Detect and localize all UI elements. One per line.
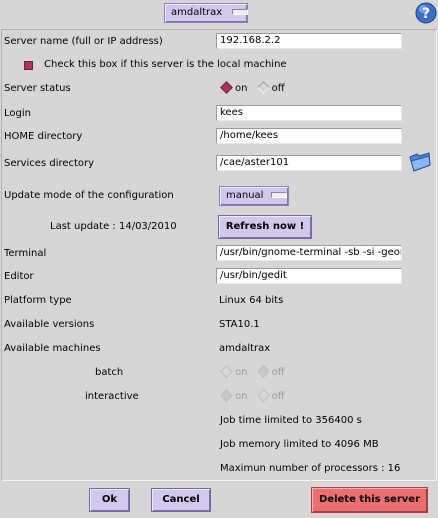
interactive-off-radio [256, 388, 270, 402]
login-label: Login [4, 108, 31, 119]
status-on-label: on [235, 83, 248, 94]
platform-type-label: Platform type [4, 295, 72, 306]
update-mode-value: manual [226, 190, 264, 201]
editor-input[interactable]: /usr/bin/gedit [216, 268, 402, 284]
max-processors: Maximun number of processors : 16 [220, 463, 401, 474]
dropdown-indicator-icon [232, 9, 249, 15]
local-machine-checkbox[interactable] [24, 61, 33, 70]
available-versions-value: STA10.1 [219, 319, 260, 330]
server-name-input[interactable]: 192.168.2.2 [216, 33, 402, 49]
platform-type-value: Linux 64 bits [219, 295, 284, 306]
cancel-button[interactable]: Cancel [151, 488, 211, 512]
available-machines-label: Available machines [4, 343, 101, 354]
refresh-now-button[interactable]: Refresh now ! [218, 215, 312, 239]
batch-on-label: on [235, 367, 248, 378]
terminal-input[interactable]: /usr/bin/gnome-terminal -sb -si -geomet [216, 245, 402, 261]
status-off-radio[interactable] [256, 80, 270, 94]
services-directory-label: Services directory [4, 158, 95, 169]
job-time-limit: Job time limited to 356400 s [220, 415, 362, 426]
editor-label: Editor [4, 271, 34, 282]
batch-label: batch [95, 367, 124, 378]
interactive-on-radio [220, 388, 233, 402]
status-off-label: off [271, 83, 285, 94]
job-memory-limit: Job memory limited to 4096 MB [220, 439, 379, 450]
login-input[interactable]: kees [216, 105, 402, 121]
update-mode-dropdown[interactable]: manual [219, 186, 289, 206]
local-machine-label: Check this box if this server is the loc… [44, 59, 287, 70]
available-machines-value: amdaltrax [219, 343, 271, 354]
server-selector-value: amdaltrax [171, 7, 223, 18]
server-selector[interactable]: amdaltrax [164, 3, 249, 23]
ok-button[interactable]: Ok [89, 488, 130, 512]
folder-icon[interactable] [408, 150, 432, 174]
batch-on-radio [220, 364, 233, 378]
svg-text:?: ? [422, 6, 430, 22]
batch-off-radio [256, 364, 270, 378]
server-status-radio-group: on off [220, 80, 285, 94]
server-status-label: Server status [4, 83, 71, 94]
help-icon[interactable]: ? [415, 2, 437, 24]
interactive-radio-group: on off [220, 388, 285, 402]
available-versions-label: Available versions [4, 319, 95, 330]
batch-radio-group: on off [220, 364, 285, 378]
dropdown-indicator-icon [271, 192, 288, 198]
status-on-radio[interactable] [220, 80, 233, 94]
home-directory-label: HOME directory [4, 131, 83, 142]
interactive-on-label: on [235, 391, 248, 402]
batch-off-label: off [271, 367, 285, 378]
server-name-label: Server name (full or IP address) [4, 36, 163, 47]
interactive-off-label: off [271, 391, 285, 402]
interactive-label: interactive [85, 391, 139, 402]
delete-server-button[interactable]: Delete this server [311, 487, 428, 513]
home-directory-input[interactable]: /home/kees [216, 128, 402, 144]
last-update-label: Last update : 14/03/2010 [50, 221, 177, 232]
update-mode-label: Update mode of the configuration [4, 190, 174, 201]
services-directory-input[interactable]: /cae/aster101 [216, 155, 402, 171]
terminal-label: Terminal [4, 248, 47, 259]
